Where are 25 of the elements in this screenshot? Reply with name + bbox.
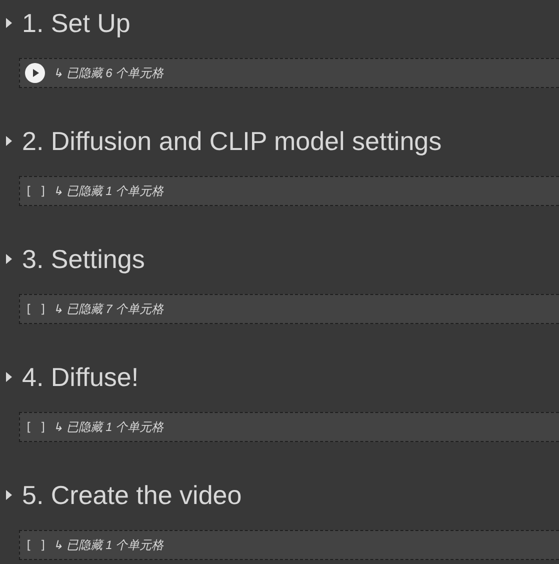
execution-count: [ ] xyxy=(25,538,45,552)
hidden-cells-bar[interactable]: [ ] ↳ 已隐藏 7 个单元格 xyxy=(19,294,559,324)
expand-caret-icon[interactable] xyxy=(6,18,12,28)
hidden-cells-bar[interactable]: ↳ 已隐藏 6 个单元格 xyxy=(19,58,559,88)
section-heading: 5. Create the video xyxy=(22,480,242,510)
hidden-cells-label: ↳ 已隐藏 1 个单元格 xyxy=(53,536,164,554)
section-heading: 3. Settings xyxy=(22,244,145,274)
execution-count: [ ] xyxy=(25,302,45,316)
expand-caret-icon[interactable] xyxy=(6,372,12,382)
expand-caret-icon[interactable] xyxy=(6,254,12,264)
hidden-cells-bar[interactable]: [ ] ↳ 已隐藏 1 个单元格 xyxy=(19,412,559,442)
hidden-cells-bar[interactable]: [ ] ↳ 已隐藏 1 个单元格 xyxy=(19,530,559,560)
section-heading: 1. Set Up xyxy=(22,8,130,38)
hidden-cells-label: ↳ 已隐藏 7 个单元格 xyxy=(53,300,164,318)
execution-count: [ ] xyxy=(25,184,45,198)
section-heading: 4. Diffuse! xyxy=(22,362,139,392)
hidden-cells-bar[interactable]: [ ] ↳ 已隐藏 1 个单元格 xyxy=(19,176,559,206)
hidden-cells-label: ↳ 已隐藏 6 个单元格 xyxy=(53,64,164,82)
hidden-cells-label: ↳ 已隐藏 1 个单元格 xyxy=(53,418,164,436)
run-icon[interactable] xyxy=(25,63,45,83)
execution-count: [ ] xyxy=(25,420,45,434)
expand-caret-icon[interactable] xyxy=(6,136,12,146)
hidden-cells-label: ↳ 已隐藏 1 个单元格 xyxy=(53,182,164,200)
section-heading: 2. Diffusion and CLIP model settings xyxy=(22,126,442,156)
expand-caret-icon[interactable] xyxy=(6,490,12,500)
